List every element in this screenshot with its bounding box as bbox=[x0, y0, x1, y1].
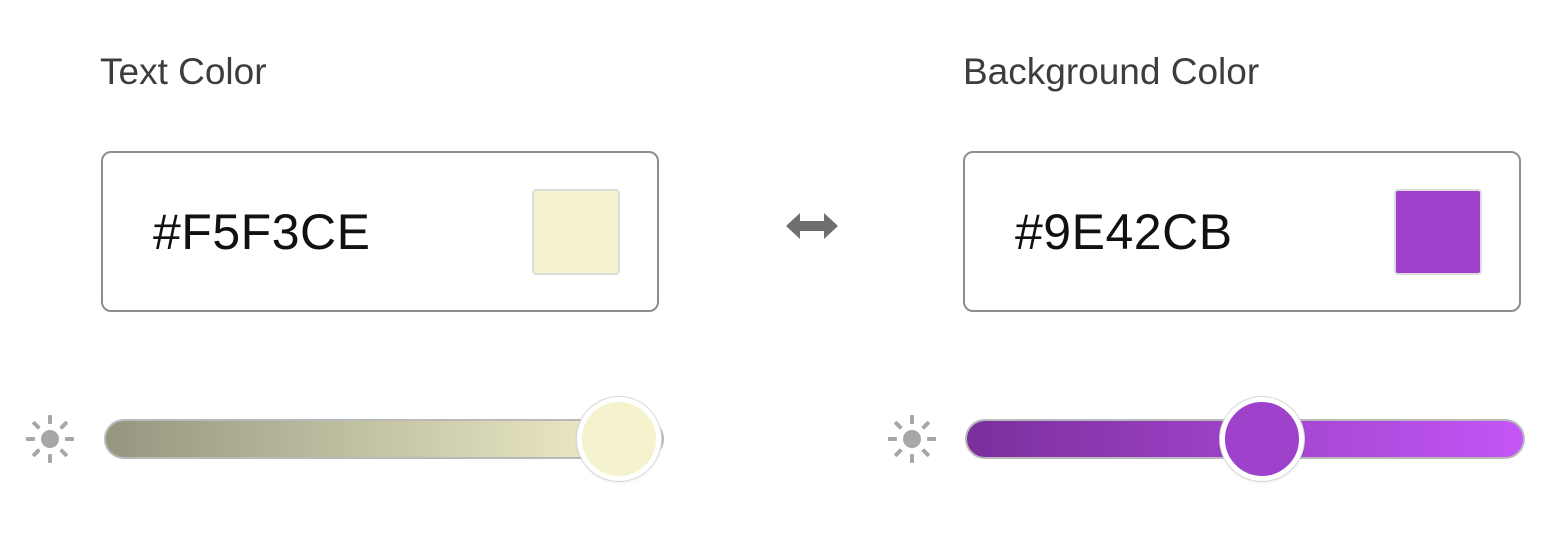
text-color-field[interactable]: #F5F3CE bbox=[101, 151, 659, 312]
background-color-hex-value[interactable]: #9E42CB bbox=[1015, 202, 1233, 262]
swap-horizontal-icon[interactable] bbox=[784, 206, 840, 246]
brightness-sun-icon bbox=[26, 415, 74, 463]
text-color-swatch[interactable] bbox=[532, 189, 620, 275]
text-color-hex-value[interactable]: #F5F3CE bbox=[153, 202, 370, 262]
background-color-field[interactable]: #9E42CB bbox=[963, 151, 1521, 312]
background-color-label: Background Color bbox=[963, 51, 1260, 92]
brightness-sun-icon bbox=[888, 415, 936, 463]
background-color-slider-thumb[interactable] bbox=[1219, 397, 1304, 481]
text-color-slider-thumb[interactable] bbox=[577, 397, 662, 481]
background-color-swatch[interactable] bbox=[1394, 189, 1482, 275]
text-color-label: Text Color bbox=[100, 51, 267, 92]
